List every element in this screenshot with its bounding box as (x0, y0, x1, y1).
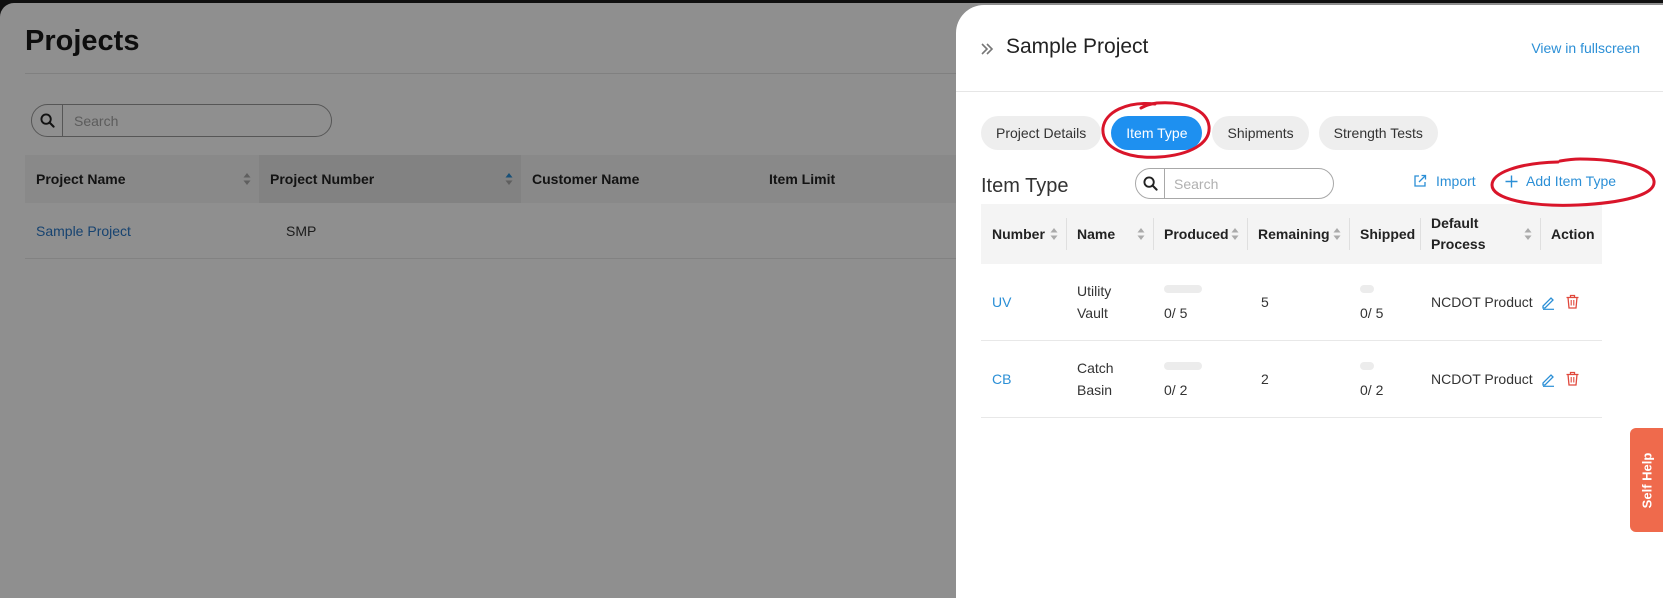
delete-icon[interactable] (1565, 371, 1580, 386)
item-type-table: Number Name Produced Remaining Shipped D… (981, 204, 1602, 418)
column-label: Name (1077, 226, 1116, 242)
column-produced[interactable]: Produced (1153, 204, 1247, 264)
column-remaining[interactable]: Remaining (1247, 204, 1349, 264)
import-button[interactable]: Import (1413, 173, 1476, 189)
remaining-cell: 2 (1261, 371, 1269, 387)
remaining-cell: 5 (1261, 294, 1269, 310)
import-icon (1414, 174, 1427, 187)
table-row[interactable]: UV Utility Vault 0/ 5 5 0/ 5 NCDOT Produc… (981, 264, 1602, 341)
number-cell[interactable]: CB (992, 368, 1011, 390)
divider (956, 91, 1663, 92)
column-default-process[interactable]: Default Process (1420, 204, 1540, 264)
column-label-line: Default (1431, 215, 1479, 231)
name-cell: Catch Basin (1077, 357, 1114, 401)
item-type-search[interactable]: Search (1135, 168, 1334, 199)
default-process-cell: NCDOT Product (1431, 294, 1533, 310)
name-line: Basin (1077, 382, 1113, 398)
column-label: Action (1551, 226, 1595, 242)
column-action: Action (1540, 204, 1602, 264)
sort-icon[interactable] (1524, 227, 1532, 241)
column-label: Default Process (1431, 213, 1485, 255)
column-name[interactable]: Name (1066, 204, 1153, 264)
project-drawer: Sample Project View in fullscreen Projec… (956, 5, 1663, 598)
column-label: Remaining (1258, 226, 1330, 242)
column-label-line: Process (1431, 236, 1486, 252)
column-shipped: Shipped (1349, 204, 1420, 264)
shipped-cell: 0/ 2 (1360, 382, 1384, 398)
collapse-icon[interactable] (980, 39, 994, 62)
self-help-button[interactable]: Self Help (1630, 428, 1663, 532)
section-title: Item Type (981, 175, 1069, 197)
name-line: Catch (1077, 360, 1114, 376)
edit-icon[interactable] (1541, 372, 1556, 387)
item-number-link[interactable]: CB (992, 371, 1011, 387)
default-process-cell: NCDOT Product (1431, 371, 1533, 387)
produced-cell: 0/ 2 (1164, 382, 1188, 398)
delete-icon[interactable] (1565, 294, 1580, 309)
add-item-type-label: Add Item Type (1526, 173, 1617, 189)
view-fullscreen-link[interactable]: View in fullscreen (1531, 40, 1640, 56)
tab-strength-tests[interactable]: Strength Tests (1318, 116, 1438, 150)
search-icon (1136, 169, 1165, 198)
shipped-cell: 0/ 5 (1360, 305, 1384, 321)
item-number-link[interactable]: UV (992, 294, 1011, 310)
import-label: Import (1436, 173, 1476, 189)
produced-progress-bar (1164, 362, 1202, 370)
column-label: Shipped (1360, 226, 1416, 242)
self-help-label: Self Help (1639, 452, 1654, 508)
name-cell: Utility Vault (1077, 280, 1111, 324)
name-line: Vault (1077, 305, 1108, 321)
column-label: Produced (1164, 226, 1229, 242)
tab-item-type[interactable]: Item Type (1111, 116, 1203, 150)
column-number[interactable]: Number (981, 204, 1066, 264)
tab-project-details[interactable]: Project Details (981, 116, 1102, 150)
shipped-progress-bar (1360, 285, 1374, 293)
sort-icon[interactable] (1137, 227, 1145, 241)
search-input[interactable]: Search (1165, 176, 1218, 192)
tab-bar: Project Details Item Type Shipments Stre… (981, 116, 1448, 150)
table-header: Number Name Produced Remaining Shipped D… (981, 204, 1602, 264)
shipped-progress-bar (1360, 362, 1374, 370)
sort-icon[interactable] (1333, 227, 1341, 241)
drawer-title: Sample Project (1006, 35, 1149, 58)
name-line: Utility (1077, 283, 1112, 299)
table-row[interactable]: CB Catch Basin 0/ 2 2 0/ 2 NCDOT Product (981, 341, 1602, 418)
sort-icon[interactable] (1231, 227, 1239, 241)
plus-icon (1505, 175, 1518, 187)
number-cell[interactable]: UV (992, 291, 1011, 313)
add-item-type-button[interactable]: Add Item Type (1505, 173, 1616, 189)
produced-progress-bar (1164, 285, 1202, 293)
sort-icon[interactable] (1050, 227, 1058, 241)
tab-shipments[interactable]: Shipments (1212, 116, 1309, 150)
edit-icon[interactable] (1541, 295, 1556, 310)
produced-cell: 0/ 5 (1164, 305, 1188, 321)
column-label: Number (992, 226, 1045, 242)
